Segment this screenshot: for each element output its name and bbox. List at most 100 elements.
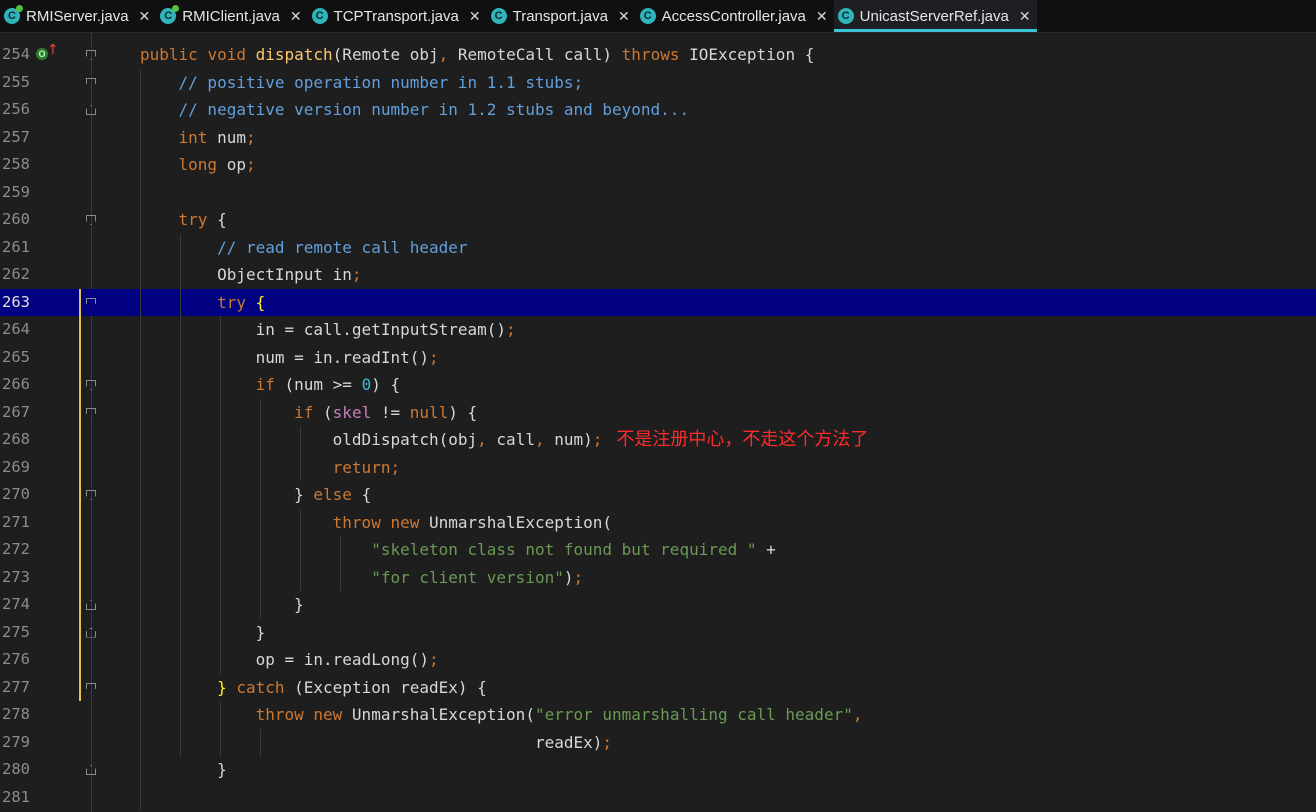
line-number[interactable]: 256 [0, 96, 42, 124]
code-token: (Remote obj [332, 45, 439, 64]
code-line-268[interactable]: 268 oldDispatch(obj, call, num); 不是注册中心，不… [0, 426, 1316, 454]
line-number[interactable]: 257 [0, 124, 42, 152]
fold-marker-icon[interactable] [86, 297, 96, 308]
code-line-266[interactable]: 266 if (num >= 0) { [0, 371, 1316, 399]
code-token: } [140, 622, 266, 642]
close-icon[interactable]: ✕ [469, 8, 481, 25]
code-line-281[interactable]: 281 [0, 784, 1316, 812]
code-line-256[interactable]: 256 // negative version number in 1.2 st… [0, 96, 1316, 124]
code-text: public void dispatch(Remote obj, RemoteC… [140, 41, 814, 69]
code-line-260[interactable]: 260 try { [0, 206, 1316, 234]
line-number[interactable]: 265 [0, 344, 42, 372]
line-number[interactable]: 261 [0, 234, 42, 262]
code-text: // positive operation number in 1.1 stub… [140, 69, 584, 97]
close-icon[interactable]: ✕ [139, 8, 151, 25]
code-token: ; [428, 347, 439, 367]
line-number[interactable]: 264 [0, 316, 42, 344]
line-number[interactable]: 280 [0, 756, 42, 784]
close-icon[interactable]: ✕ [618, 8, 630, 25]
code-line-262[interactable]: 262 ObjectInput in; [0, 261, 1316, 289]
code-token: call [496, 430, 535, 449]
fold-marker-icon[interactable] [86, 380, 96, 390]
line-number[interactable]: 277 [0, 674, 42, 702]
code-line-267[interactable]: 267 if (skel != null) { [0, 399, 1316, 427]
line-number[interactable]: 262 [0, 261, 42, 289]
code-text: "skeleton class not found but required "… [140, 536, 776, 564]
line-number[interactable]: 278 [0, 701, 42, 729]
fold-marker-icon[interactable] [86, 682, 96, 693]
code-text: } [140, 591, 304, 619]
code-line-254[interactable]: 254 O ↑ public void dispatch(Remote obj, Re… [0, 41, 1316, 69]
code-token: ; [390, 457, 401, 477]
fold-marker-icon[interactable] [86, 77, 96, 88]
close-icon[interactable]: ✕ [816, 8, 828, 25]
code-line-261[interactable]: 261 // read remote call header [0, 234, 1316, 262]
line-number[interactable]: 267 [0, 399, 42, 427]
code-line-255[interactable]: 255 // positive operation number in 1.1 … [0, 69, 1316, 97]
tab-rmiclient-java[interactable]: C RMIClient.java ✕ [156, 0, 307, 32]
fold-marker-icon[interactable] [86, 105, 96, 115]
line-number[interactable]: 270 [0, 481, 42, 509]
code-editor[interactable]: 254 O ↑ public void dispatch(Remote obj, Re… [0, 33, 1316, 812]
line-number[interactable]: 279 [0, 729, 42, 757]
code-text: "for client version"); [140, 564, 583, 592]
code-token: { [217, 210, 227, 229]
code-token: ; [245, 155, 256, 174]
code-line-278[interactable]: 278 throw new UnmarshalException("error … [0, 701, 1316, 729]
code-line-265[interactable]: 265 num = in.readInt(); [0, 344, 1316, 372]
code-token: num = in.readInt() [140, 347, 429, 367]
code-token: } [140, 677, 227, 697]
code-line-279[interactable]: 279 readEx); [0, 729, 1316, 757]
fold-marker-icon[interactable] [86, 407, 96, 418]
line-number[interactable]: 255 [0, 69, 42, 97]
code-line-272[interactable]: 272 "skeleton class not found but requir… [0, 536, 1316, 564]
fold-marker-icon[interactable] [86, 490, 96, 500]
code-token: (Exception readEx) { [294, 677, 487, 697]
tab-accesscontroller-java[interactable]: C AccessController.java ✕ [636, 0, 834, 32]
code-line-259[interactable]: 259 [0, 179, 1316, 207]
tab-rmiserver-java[interactable]: C RMIServer.java ✕ [0, 0, 156, 32]
line-number[interactable]: 260 [0, 206, 42, 234]
fold-marker-icon[interactable] [86, 215, 96, 225]
tab-unicastserverref-java[interactable]: C UnicastServerRef.java ✕ [833, 0, 1037, 32]
line-number[interactable]: 259 [0, 179, 42, 207]
fold-marker-icon[interactable] [86, 600, 96, 610]
code-line-271[interactable]: 271 throw new UnmarshalException( [0, 509, 1316, 537]
line-number[interactable]: 258 [0, 151, 42, 179]
code-line-280[interactable]: 280 } [0, 756, 1316, 784]
line-number[interactable]: 269 [0, 454, 42, 482]
code-line-276[interactable]: 276 op = in.readLong(); [0, 646, 1316, 674]
fold-marker-icon[interactable] [86, 627, 96, 638]
line-number[interactable]: 273 [0, 564, 42, 592]
code-line-273[interactable]: 273 "for client version"); [0, 564, 1316, 592]
fold-marker-icon[interactable] [86, 50, 96, 60]
code-line-269[interactable]: 269 return; [0, 454, 1316, 482]
code-token: ; [351, 265, 362, 284]
code-line-257[interactable]: 257 int num; [0, 124, 1316, 152]
code-line-270[interactable]: 270 } else { [0, 481, 1316, 509]
code-line-263[interactable]: 263 try { [0, 288, 1316, 317]
vcs-change-marker[interactable] [79, 288, 81, 701]
fold-marker-icon[interactable] [86, 765, 96, 775]
line-number[interactable]: 263 [0, 289, 42, 317]
line-number[interactable]: 268 [0, 426, 42, 454]
line-number[interactable]: 275 [0, 619, 42, 647]
close-icon[interactable]: ✕ [1019, 8, 1031, 25]
close-icon[interactable]: ✕ [290, 8, 302, 25]
line-number[interactable]: 271 [0, 509, 42, 537]
code-token: ; [506, 320, 516, 339]
tab-label: RMIClient.java [182, 7, 280, 25]
code-line-274[interactable]: 274 } [0, 591, 1316, 619]
line-number[interactable]: 266 [0, 371, 42, 399]
editor-tab-bar: C RMIServer.java ✕ C RMIClient.java ✕ C TCPTran… [0, 0, 1316, 33]
tab-transport-java[interactable]: C Transport.java ✕ [487, 0, 636, 32]
line-number[interactable]: 272 [0, 536, 42, 564]
code-line-277[interactable]: 277 } catch (Exception readEx) { [0, 674, 1316, 702]
line-number[interactable]: 276 [0, 646, 42, 674]
code-line-258[interactable]: 258 long op; [0, 151, 1316, 179]
code-line-264[interactable]: 264 in = call.getInputStream(); [0, 316, 1316, 344]
tab-tcptransport-java[interactable]: C TCPTransport.java ✕ [308, 0, 487, 32]
line-number[interactable]: 281 [0, 784, 42, 812]
line-number[interactable]: 274 [0, 591, 42, 619]
code-line-275[interactable]: 275 } [0, 619, 1316, 647]
